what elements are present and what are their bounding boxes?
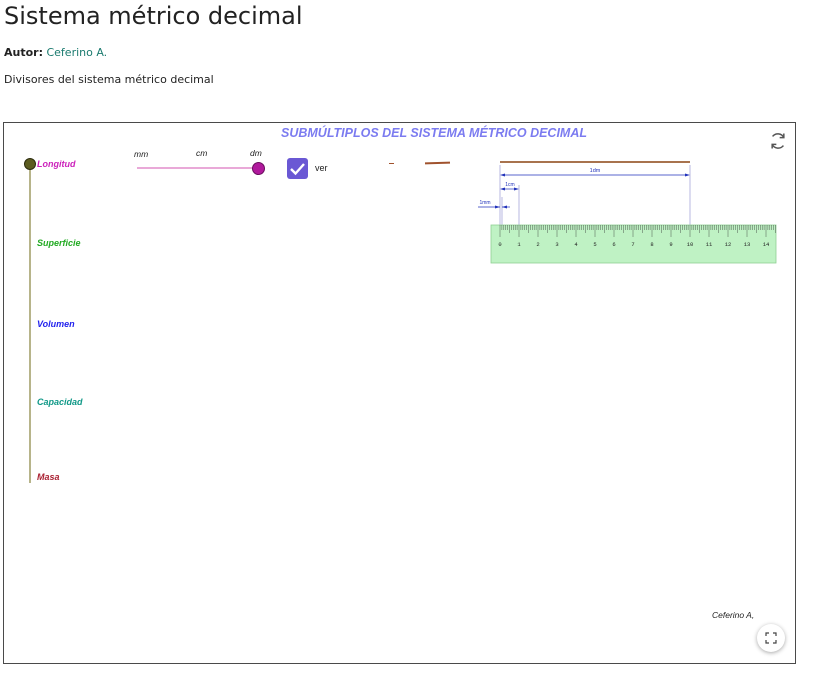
page-description: Divisores del sistema métrico decimal	[4, 73, 214, 86]
ver-checkbox[interactable]	[287, 158, 308, 179]
author-link[interactable]: Ceferino A.	[46, 46, 107, 59]
refresh-icon[interactable]	[768, 131, 788, 151]
category-knob[interactable]	[24, 158, 36, 170]
category-volumen[interactable]: Volumen	[37, 319, 75, 329]
ruler-number: 10	[687, 241, 694, 248]
segment-mark-large	[424, 161, 451, 165]
category-capacidad[interactable]: Capacidad	[37, 397, 83, 407]
segment-mark-small	[389, 163, 394, 164]
ruler-number: 11	[706, 241, 713, 248]
author-line: Autor: Ceferino A.	[4, 46, 107, 59]
dim-label-mm: 1mm	[479, 200, 490, 206]
slider-label-dm: dm	[250, 148, 262, 158]
ruler-number: 3	[555, 241, 558, 248]
ruler-number: 13	[744, 241, 751, 248]
ruler-diagram: 1dm 1cm 1mm 0 1 2 3 4 5 6 7 8 9 10 11 12 13 14	[478, 161, 777, 264]
geogebra-applet[interactable]: SUBMÚLTIPLOS DEL SISTEMA MÉTRICO DECIMAL…	[3, 122, 796, 664]
dim-label-dm: 1dm	[590, 168, 601, 174]
slider-label-mm: mm	[134, 149, 149, 159]
category-superficie[interactable]: Superficie	[37, 238, 81, 248]
ruler-number: 6	[612, 241, 615, 248]
ruler-numbers: 0 1 2 3 4 5 6 7 8 9 10 11 12 13 14	[498, 241, 770, 248]
ruler-number: 5	[593, 241, 596, 248]
fullscreen-button[interactable]	[757, 624, 785, 652]
check-icon	[290, 163, 305, 176]
ruler-number: 12	[725, 241, 732, 248]
slider-label-cm: cm	[196, 148, 208, 158]
unit-slider-thumb[interactable]	[252, 162, 265, 175]
ruler-number: 7	[631, 241, 634, 248]
author-label: Autor:	[4, 46, 43, 59]
category-track	[29, 163, 31, 483]
unit-slider-track[interactable]	[137, 167, 259, 169]
ruler-number: 9	[669, 241, 672, 248]
applet-heading: SUBMÚLTIPLOS DEL SISTEMA MÉTRICO DECIMAL	[280, 126, 588, 140]
page-title: Sistema métrico decimal	[4, 2, 303, 30]
ruler-number: 8	[650, 241, 653, 248]
fullscreen-icon	[765, 632, 777, 644]
ruler-number: 2	[536, 241, 539, 248]
signature: Ceferino A,	[712, 610, 755, 620]
category-longitud[interactable]: Longitud	[37, 159, 75, 169]
ruler-number: 14	[763, 241, 770, 248]
ruler-number: 0	[498, 241, 501, 248]
ver-checkbox-label: ver	[315, 163, 328, 173]
category-masa[interactable]: Masa	[37, 472, 60, 482]
dim-label-cm: 1cm	[505, 182, 514, 188]
